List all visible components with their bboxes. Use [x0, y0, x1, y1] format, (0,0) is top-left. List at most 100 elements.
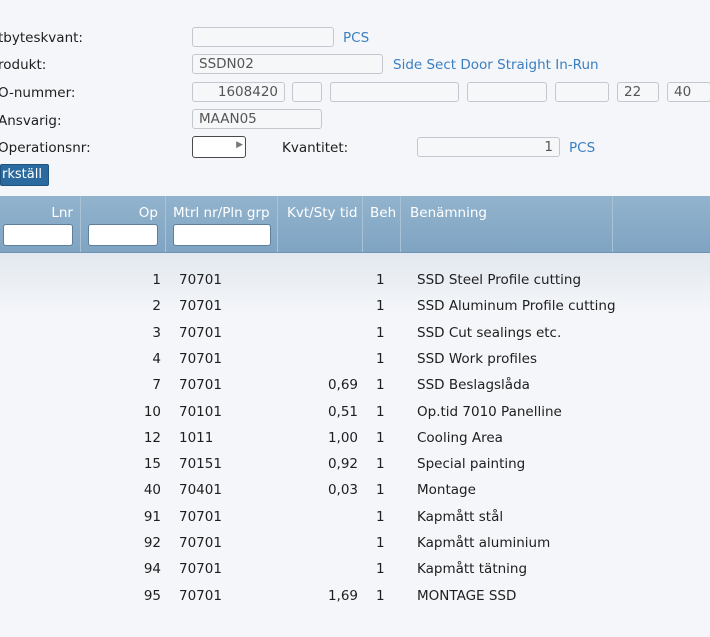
cell-op: 1 — [152, 272, 161, 288]
cell-op: 4 — [152, 350, 161, 367]
kvantitet-unit: PCS — [569, 140, 596, 156]
header-benamning[interactable]: Benämning — [410, 205, 487, 221]
io-nummer-label: O-nummer: — [0, 85, 76, 101]
cell-mtrl: 70701 — [179, 561, 222, 578]
cell-beh: 1 — [376, 298, 385, 315]
cell-mtrl: 70101 — [179, 403, 222, 420]
cell-mtrl: 70701 — [179, 350, 222, 367]
header-beh[interactable]: Beh — [370, 205, 396, 221]
utbyteskvant-field[interactable] — [192, 27, 334, 47]
cell-beh: 1 — [376, 324, 385, 341]
operationsnr-label: Operationsnr: — [0, 140, 91, 156]
grid-body: 1 70701 1 SSD Steel Profile cutting 2 70701 1 S… — [0, 253, 710, 637]
cell-beh: 1 — [376, 429, 385, 446]
cell-op: 7 — [152, 377, 161, 394]
table-row[interactable]: 94 70701 1 Kapmått tätning — [0, 556, 710, 582]
cell-kvt: 1,69 — [327, 587, 358, 604]
cell-mtrl: 70701 — [179, 324, 222, 341]
cell-benamning: SSD Steel Profile cutting — [417, 272, 582, 288]
cell-beh: 1 — [376, 456, 385, 473]
grid-header: Lnr Op Mtrl nr/Pln grp Kvt/Sty tid Beh B… — [0, 196, 710, 253]
operationsnr-dropdown[interactable]: ▶ — [192, 136, 246, 158]
cell-mtrl: 70701 — [179, 298, 222, 315]
table-row[interactable]: 91 70701 1 Kapmått stål — [0, 504, 710, 530]
cell-mtrl: 70401 — [179, 482, 222, 499]
ansvarig-field[interactable]: MAAN05 — [192, 109, 322, 129]
execute-button[interactable]: rkställ — [0, 164, 49, 186]
cell-beh: 1 — [376, 508, 385, 525]
cell-benamning: SSD Aluminum Profile cutting — [417, 298, 616, 315]
ansvarig-label: Ansvarig: — [0, 113, 62, 129]
io-nummer-field-5[interactable] — [555, 82, 609, 102]
cell-kvt: 0,92 — [327, 456, 358, 473]
table-row[interactable]: 2 70701 1 SSD Aluminum Profile cutting — [0, 293, 710, 319]
cell-benamning: Kapmått stål — [417, 508, 504, 525]
produkt-label: rodukt: — [0, 57, 47, 73]
cell-beh: 1 — [376, 350, 385, 367]
cell-op: 10 — [143, 403, 161, 420]
cell-benamning: Op.tid 7010 Panelline — [417, 403, 562, 420]
cell-benamning: Cooling Area — [417, 429, 503, 446]
cell-op: 92 — [143, 535, 161, 551]
caret-right-icon: ▶ — [236, 140, 243, 150]
cell-beh: 1 — [376, 587, 385, 604]
cell-op: 15 — [143, 456, 161, 473]
cell-beh: 1 — [376, 561, 385, 578]
cell-benamning: SSD Work profiles — [417, 350, 537, 367]
cell-mtrl: 70701 — [179, 535, 222, 551]
header-mtrl[interactable]: Mtrl nr/Pln grp — [173, 205, 270, 221]
io-nummer-field-4[interactable] — [467, 82, 547, 102]
column-divider — [400, 196, 401, 252]
cell-kvt: 0,51 — [327, 403, 358, 420]
io-nummer-field-6[interactable]: 22 — [617, 82, 659, 102]
table-row[interactable]: 7 70701 0,69 1 SSD Beslagslåda — [0, 372, 710, 398]
cell-benamning: SSD Cut sealings etc. — [417, 324, 562, 341]
cell-mtrl: 70701 — [179, 272, 222, 288]
cell-benamning: Montage — [417, 482, 476, 499]
produkt-field[interactable]: SSDN02 — [192, 54, 383, 74]
cell-op: 95 — [143, 587, 161, 604]
table-row[interactable]: 4 70701 1 SSD Work profiles — [0, 346, 710, 372]
header-op[interactable]: Op — [80, 205, 158, 221]
header-lnr[interactable]: Lnr — [0, 205, 73, 221]
kvantitet-field[interactable]: 1 — [417, 137, 560, 157]
header-kvt[interactable]: Kvt/Sty tid — [287, 205, 357, 221]
table-row[interactable]: 95 70701 1,69 1 MONTAGE SSD — [0, 583, 710, 609]
cell-mtrl: 1011 — [179, 429, 214, 446]
io-nummer-field-2[interactable] — [292, 82, 322, 102]
kvantitet-label: Kvantitet: — [282, 140, 349, 156]
cell-beh: 1 — [376, 272, 385, 288]
cell-op: 12 — [143, 429, 161, 446]
table-row[interactable]: 40 70401 0,03 1 Montage — [0, 477, 710, 503]
table-row[interactable]: 10 70101 0,51 1 Op.tid 7010 Panelline — [0, 399, 710, 425]
cell-mtrl: 70701 — [179, 377, 222, 394]
table-row[interactable]: 92 70701 1 Kapmått aluminium — [0, 530, 710, 556]
cell-op: 3 — [152, 324, 161, 341]
cell-benamning: Kapmått tätning — [417, 561, 528, 578]
filter-lnr-input[interactable] — [3, 224, 73, 246]
filter-op-input[interactable] — [88, 224, 158, 246]
filter-mtrl-input[interactable] — [173, 224, 271, 246]
table-row[interactable]: 3 70701 1 SSD Cut sealings etc. — [0, 320, 710, 346]
cell-beh: 1 — [376, 535, 385, 551]
io-nummer-field-3[interactable] — [330, 82, 459, 102]
cell-benamning: Special painting — [417, 456, 526, 473]
utbyteskvant-label: tbyteskvant: — [0, 30, 83, 46]
column-divider — [277, 196, 278, 252]
column-divider — [362, 196, 363, 252]
cell-mtrl: 70151 — [179, 456, 222, 473]
table-row[interactable]: 1 70701 1 SSD Steel Profile cutting — [0, 267, 710, 293]
cell-mtrl: 70701 — [179, 508, 222, 525]
io-nummer-field[interactable]: 1608420 — [192, 82, 285, 102]
cell-kvt: 0,69 — [327, 377, 358, 394]
cell-mtrl: 70701 — [179, 587, 222, 604]
cell-op: 40 — [143, 482, 161, 499]
cell-op: 94 — [143, 561, 161, 578]
cell-op: 2 — [152, 298, 161, 315]
table-row[interactable]: 12 1011 1,00 1 Cooling Area — [0, 425, 710, 451]
table-row[interactable]: 15 70151 0,92 1 Special painting — [0, 451, 710, 477]
io-nummer-field-7[interactable]: 40 — [667, 82, 710, 102]
cell-benamning: SSD Beslagslåda — [417, 377, 530, 394]
cell-kvt: 1,00 — [327, 429, 358, 446]
cell-op: 91 — [143, 508, 161, 525]
